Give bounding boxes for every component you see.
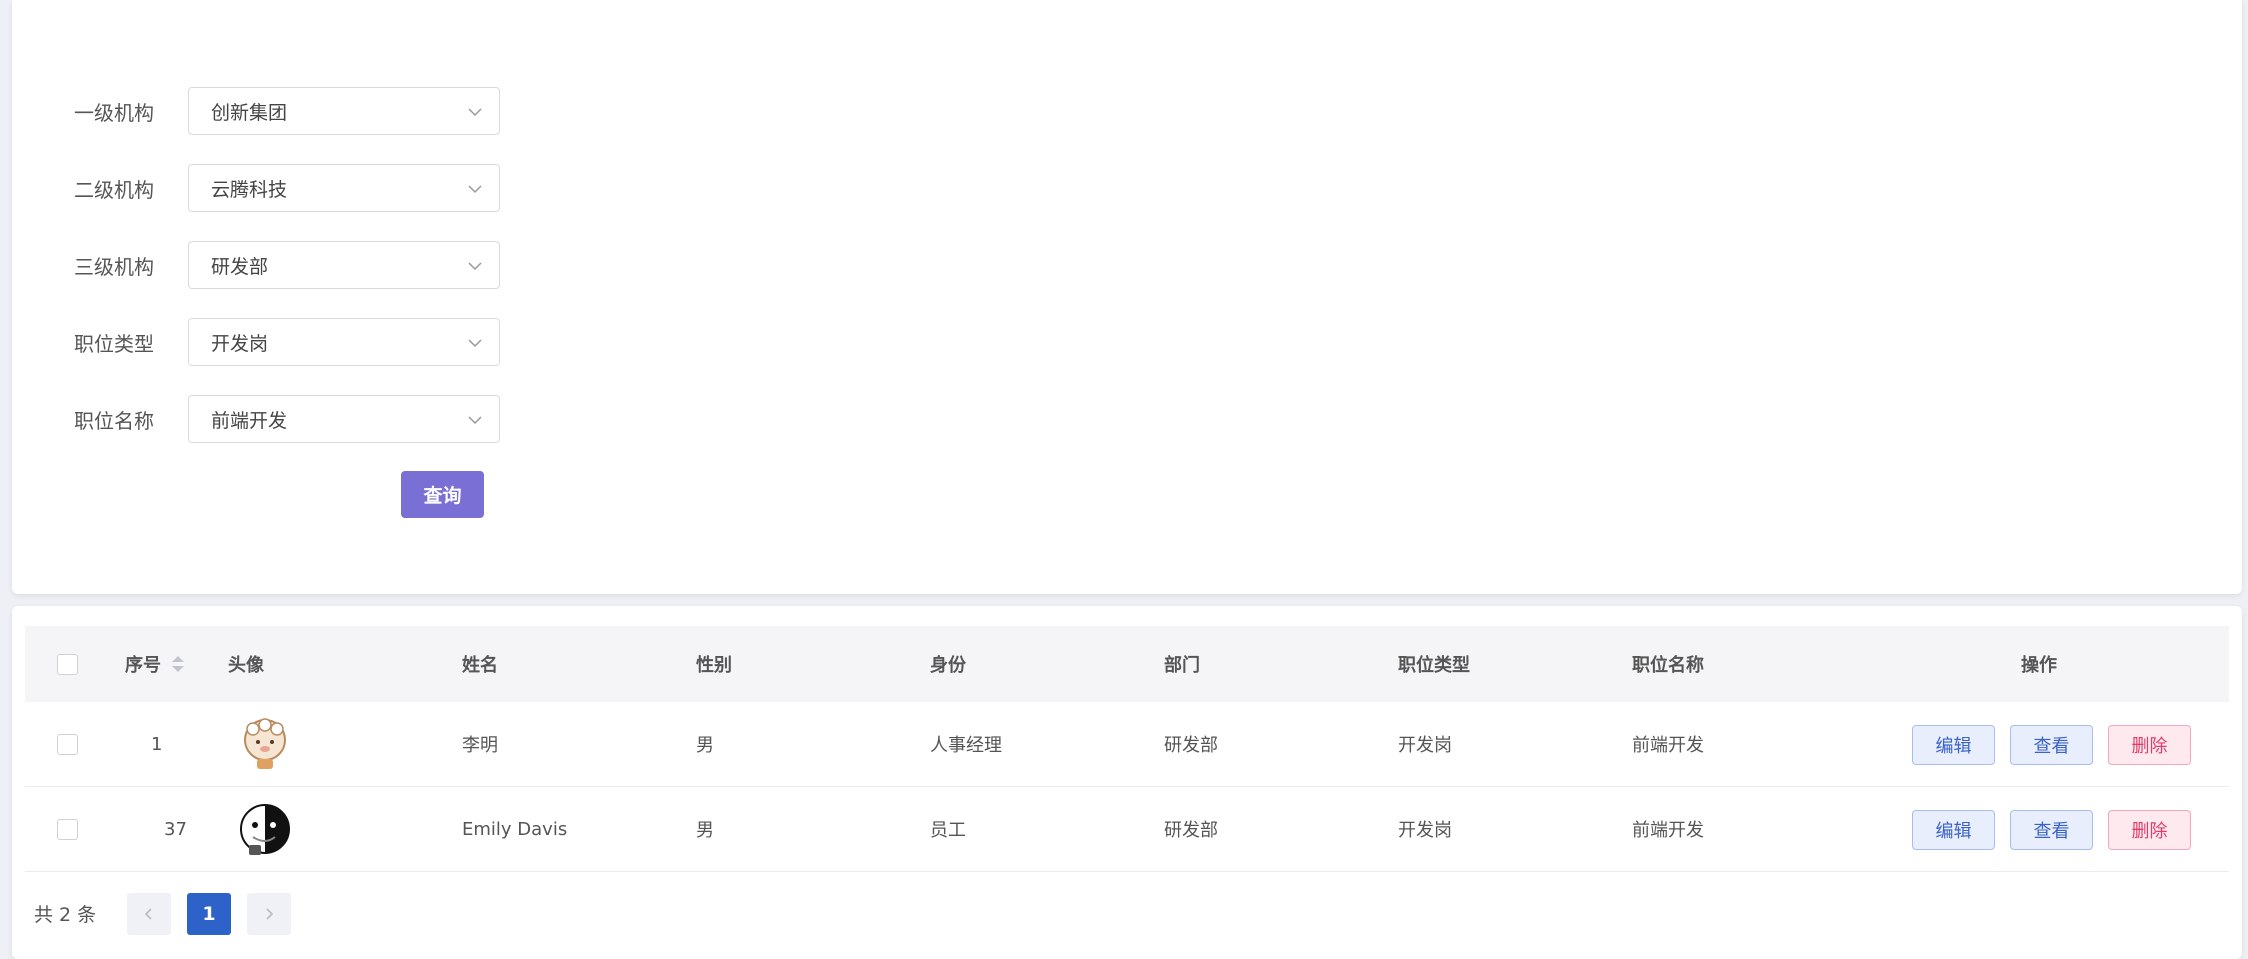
row-checkbox[interactable] bbox=[57, 818, 78, 840]
filter-job-name-label: 职位名称 bbox=[74, 408, 154, 433]
avatar bbox=[236, 800, 294, 858]
filter-job-type-label: 职位类型 bbox=[74, 331, 154, 356]
col-job-type: 职位类型 bbox=[1398, 655, 1470, 676]
col-avatar: 头像 bbox=[228, 655, 264, 676]
view-button[interactable]: 查看 bbox=[2010, 810, 2093, 850]
level2-select-value: 云腾科技 bbox=[211, 178, 288, 201]
filter-level2: 二级机构 云腾科技 bbox=[74, 164, 500, 212]
level1-select[interactable]: 创新集团 bbox=[188, 87, 500, 135]
chevron-down-icon bbox=[468, 108, 482, 117]
row-job-type: 开发岗 bbox=[1398, 735, 1452, 756]
row-gender: 男 bbox=[696, 735, 714, 756]
row-select-cell bbox=[57, 702, 78, 786]
select-all-checkbox[interactable] bbox=[57, 653, 78, 675]
filter-level1: 一级机构 创新集团 bbox=[74, 87, 500, 135]
edit-button[interactable]: 编辑 bbox=[1912, 725, 1995, 765]
sort-icon[interactable] bbox=[171, 654, 185, 674]
level2-select[interactable]: 云腾科技 bbox=[188, 164, 500, 212]
table-row: 37 Emily Davis 男 员工 研发部 开发岗 前端开发 编辑 查看 删… bbox=[25, 787, 2229, 872]
select-all-cell bbox=[57, 626, 78, 702]
row-index: 37 bbox=[164, 818, 187, 840]
level1-select-value: 创新集团 bbox=[211, 101, 288, 124]
col-ops: 操作 bbox=[2021, 655, 2057, 676]
page-button-current[interactable]: 1 bbox=[187, 893, 231, 935]
row-job-name: 前端开发 bbox=[1632, 820, 1704, 841]
filter-level2-label: 二级机构 bbox=[74, 177, 154, 202]
filter-panel: 一级机构 创新集团 二级机构 云腾科技 三级机构 研发部 职位类型 开发岗 职位… bbox=[12, 0, 2242, 594]
col-index-label: 序号 bbox=[125, 655, 161, 676]
view-button[interactable]: 查看 bbox=[2010, 725, 2093, 765]
total-count: 共 2 条 bbox=[34, 903, 97, 926]
avatar-cell bbox=[235, 787, 295, 871]
col-name: 姓名 bbox=[462, 655, 498, 676]
result-table-panel: 序号 头像 姓名 性别 身份 部门 职位类型 职位名称 操作 1 李明 男 人事… bbox=[12, 606, 2242, 959]
filter-job-type: 职位类型 开发岗 bbox=[74, 318, 500, 366]
delete-button[interactable]: 删除 bbox=[2108, 810, 2191, 850]
row-dept: 研发部 bbox=[1164, 820, 1218, 841]
filter-level3: 三级机构 研发部 bbox=[74, 241, 500, 289]
job-type-select[interactable]: 开发岗 bbox=[188, 318, 500, 366]
row-role: 员工 bbox=[930, 820, 966, 841]
col-job-name: 职位名称 bbox=[1632, 655, 1704, 676]
level3-select[interactable]: 研发部 bbox=[188, 241, 500, 289]
filter-level1-label: 一级机构 bbox=[74, 100, 154, 125]
row-job-type: 开发岗 bbox=[1398, 820, 1452, 841]
filter-level3-label: 三级机构 bbox=[74, 254, 154, 279]
pagination: 共 2 条 1 bbox=[25, 891, 291, 935]
table-row: 1 李明 男 人事经理 研发部 开发岗 前端开发 编辑 查看 删除 bbox=[25, 702, 2229, 787]
row-select-cell bbox=[57, 787, 78, 871]
chevron-down-icon bbox=[468, 416, 482, 425]
chevron-left-icon bbox=[144, 908, 152, 920]
row-name: Emily Davis bbox=[462, 818, 568, 840]
job-type-select-value: 开发岗 bbox=[211, 332, 269, 355]
job-name-select-value: 前端开发 bbox=[211, 409, 288, 432]
row-role: 人事经理 bbox=[930, 735, 1002, 756]
row-gender: 男 bbox=[696, 820, 714, 841]
table-header: 序号 头像 姓名 性别 身份 部门 职位类型 职位名称 操作 bbox=[25, 626, 2229, 702]
chevron-down-icon bbox=[468, 339, 482, 348]
col-dept: 部门 bbox=[1164, 655, 1200, 676]
job-name-select[interactable]: 前端开发 bbox=[188, 395, 500, 443]
edit-button[interactable]: 编辑 bbox=[1912, 810, 1995, 850]
row-checkbox[interactable] bbox=[57, 733, 78, 755]
chevron-right-icon bbox=[266, 908, 274, 920]
avatar bbox=[236, 715, 294, 773]
chevron-down-icon bbox=[468, 185, 482, 194]
row-job-name: 前端开发 bbox=[1632, 735, 1704, 756]
row-index: 1 bbox=[151, 733, 163, 755]
col-role: 身份 bbox=[930, 655, 966, 676]
query-button[interactable]: 查询 bbox=[401, 471, 484, 518]
col-gender: 性别 bbox=[696, 655, 732, 676]
prev-page-button[interactable] bbox=[127, 893, 171, 935]
col-index[interactable]: 序号 bbox=[125, 626, 185, 702]
next-page-button[interactable] bbox=[247, 893, 291, 935]
chevron-down-icon bbox=[468, 262, 482, 271]
row-dept: 研发部 bbox=[1164, 735, 1218, 756]
filter-job-name: 职位名称 前端开发 bbox=[74, 395, 500, 443]
avatar-cell bbox=[235, 702, 295, 786]
delete-button[interactable]: 删除 bbox=[2108, 725, 2191, 765]
row-name: 李明 bbox=[462, 735, 498, 756]
level3-select-value: 研发部 bbox=[211, 255, 269, 278]
